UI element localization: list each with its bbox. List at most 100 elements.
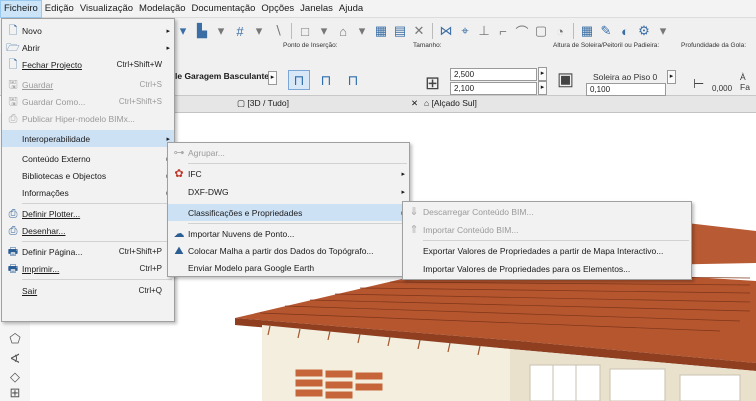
ifc-icon: ✿: [174, 167, 184, 180]
lock-icon[interactable]: ⌂: [335, 23, 351, 39]
reveal-label: Profundidade da Gola:: [681, 42, 747, 49]
toolbar-divider: [291, 23, 292, 39]
menu-item-bibliotecas[interactable]: Bibliotecas e Objectos ▸: [2, 167, 174, 184]
dropdown-icon[interactable]: ▾: [251, 23, 267, 39]
insertion-point-label: Ponto de Inserção:: [283, 42, 338, 49]
polyline-icon[interactable]: ⬠: [6, 331, 24, 347]
dropdown-icon[interactable]: ▾: [354, 23, 370, 39]
sill-anchor-arrow[interactable]: ▸: [667, 70, 676, 84]
sill-label: Altura de Soleira/Peitoril ou Padieira:: [553, 42, 660, 49]
group-icon: ⊶: [173, 146, 185, 159]
table-tool-icon[interactable]: ⊞: [6, 385, 24, 401]
pencil-icon[interactable]: ✎: [598, 23, 614, 39]
door-type-arrow[interactable]: ▸: [268, 71, 277, 85]
menu-item-classificacoes[interactable]: Classificações e Propriedades ▸: [168, 204, 409, 221]
elevation-icon: ⌂: [424, 98, 432, 108]
menu-divider: [22, 241, 172, 242]
menu-item-ifc[interactable]: ✿ IFC ▸: [168, 165, 409, 182]
menu-item-desenhar[interactable]: ⎙ Desenhar...: [2, 222, 174, 239]
tab-3d[interactable]: ▢ [3D / Tudo]: [237, 98, 289, 109]
corner-icon[interactable]: ⌐: [495, 23, 511, 39]
save-as-icon: 🖫: [8, 95, 18, 108]
table-icon[interactable]: ▤: [392, 23, 408, 39]
fill-tool-icon[interactable]: ▙: [194, 23, 210, 39]
classifications-submenu: ⇓ Descarregar Conteúdo BIM... ⇑ Importar…: [402, 201, 692, 280]
menu-documentacao[interactable]: Documentação: [189, 0, 259, 18]
reveal-field[interactable]: 0,000: [712, 84, 732, 93]
menu-item-novo[interactable]: 🗋 Novo ▸: [2, 22, 174, 39]
menu-item-importar-bim: ⇑ Importar Conteúdo BIM...: [403, 221, 691, 238]
render-icon[interactable]: ◐: [617, 23, 633, 39]
frame-icon[interactable]: ▢: [533, 23, 549, 39]
menu-item-fechar-projecto[interactable]: 🗋 Fechar Projecto Ctrl+Shift+W: [2, 56, 174, 73]
grid-icon[interactable]: #: [232, 23, 248, 39]
insertion-right-button[interactable]: ⊓: [342, 70, 364, 90]
menu-item-interoperabilidade[interactable]: Interoperabilidade ▸: [2, 130, 174, 147]
submenu-arrow-icon: ▸: [166, 27, 170, 35]
tab-elevation[interactable]: ⌂ [Alçado Sul]: [424, 98, 477, 108]
new-doc-icon: 🗋: [8, 24, 18, 37]
submenu-arrow-icon: ▸: [166, 44, 170, 52]
bowtie-icon[interactable]: ⋈: [438, 23, 454, 39]
curve-icon[interactable]: ⌒: [514, 23, 530, 40]
menu-item-informacoes[interactable]: Informações ▸: [2, 184, 174, 201]
tab-close-icon[interactable]: ✕: [411, 98, 418, 109]
view-tabs: ▢ [3D / Tudo] ✕ ⌂ [Alçado Sul]: [175, 96, 756, 113]
point-cloud-icon: ☁: [173, 227, 185, 240]
dropdown-icon[interactable]: ▾: [316, 23, 332, 39]
grid-snap-icon[interactable]: ▦: [579, 23, 595, 39]
sill-field[interactable]: 0,100: [586, 83, 666, 96]
menu-item-google-earth[interactable]: Enviar Modelo para Google Earth: [168, 259, 409, 276]
menu-item-sair[interactable]: Sair Ctrl+Q: [2, 282, 174, 299]
rotate-icon[interactable]: ◔: [552, 23, 568, 39]
insertion-left-button[interactable]: ⊓: [288, 70, 310, 90]
insertion-center-button[interactable]: ⊓: [315, 70, 337, 90]
menu-ajuda[interactable]: Ajuda: [336, 0, 366, 18]
width-field[interactable]: 2,500: [450, 68, 537, 81]
menu-item-importar-valores[interactable]: Importar Valores de Propriedades para os…: [403, 260, 691, 277]
menu-ficheiro[interactable]: Ficheiro: [0, 0, 42, 18]
menu-divider: [423, 240, 689, 241]
selection-icon[interactable]: ▦: [373, 23, 389, 39]
open-folder-icon: 🗁: [6, 41, 20, 54]
plot-icon: ⎙: [8, 224, 18, 237]
menu-bar: Ficheiro Edição Visualização Modelação D…: [0, 0, 756, 18]
width-arrow[interactable]: ▸: [538, 67, 547, 81]
menu-visualizacao[interactable]: Visualização: [77, 0, 136, 18]
menu-item-exportar-valores[interactable]: Exportar Valores de Propriedades a parti…: [403, 242, 691, 259]
menu-janelas[interactable]: Janelas: [297, 0, 336, 18]
angle-tool-icon[interactable]: ∢: [6, 351, 24, 367]
rectangle-icon[interactable]: □: [297, 23, 313, 39]
menu-item-malha-topografo[interactable]: ⛰ Colocar Malha a partir dos Dados do To…: [168, 242, 409, 259]
menu-item-nuvens-ponto[interactable]: ☁ Importar Nuvens de Ponto...: [168, 225, 409, 242]
magnet-icon[interactable]: ⌖: [457, 23, 473, 39]
dropdown-icon[interactable]: ▾: [213, 23, 229, 39]
menu-item-definir-plotter[interactable]: ⎙ Definir Plotter...: [2, 205, 174, 222]
settings-icon[interactable]: ⚙: [636, 23, 652, 39]
menu-item-imprimir[interactable]: 🖶 Imprimir... Ctrl+P: [2, 260, 174, 277]
menu-item-definir-pagina[interactable]: 🖶 Definir Página... Ctrl+Shift+P: [2, 243, 174, 260]
door-type-label: le Garagem Basculante: [175, 71, 270, 81]
layer-dropdown-icon[interactable]: ▾: [175, 23, 191, 39]
cross-icon[interactable]: ✕: [411, 23, 427, 39]
menu-opcoes[interactable]: Opções: [258, 0, 297, 18]
dropdown-icon[interactable]: ▾: [655, 23, 671, 39]
size-label: Tamanho:: [413, 42, 442, 49]
size-icon: ⊞: [425, 73, 441, 93]
menu-item-conteudo-externo[interactable]: Conteúdo Externo ▸: [2, 150, 174, 167]
height-field[interactable]: 2,100: [450, 82, 537, 95]
trace-icon[interactable]: ⊥: [476, 23, 492, 39]
menu-item-dxf-dwg[interactable]: DXF-DWG ▸: [168, 183, 409, 200]
cube-icon: ▢: [237, 98, 248, 108]
toolbar-divider: [573, 23, 574, 39]
shape-tool-icon[interactable]: ◇: [6, 369, 24, 385]
sill-anchor-label: Soleira ao Piso 0: [593, 72, 658, 82]
menu-modelacao[interactable]: Modelação: [136, 0, 188, 18]
height-arrow[interactable]: ▸: [538, 81, 547, 95]
pen-icon[interactable]: ∖: [270, 23, 286, 39]
menu-edicao[interactable]: Edição: [42, 0, 77, 18]
menu-item-abrir[interactable]: 🗁 Abrir ▸: [2, 39, 174, 56]
menu-divider: [188, 223, 407, 224]
menu-divider: [188, 163, 407, 164]
print-icon: 🖶: [7, 262, 19, 275]
